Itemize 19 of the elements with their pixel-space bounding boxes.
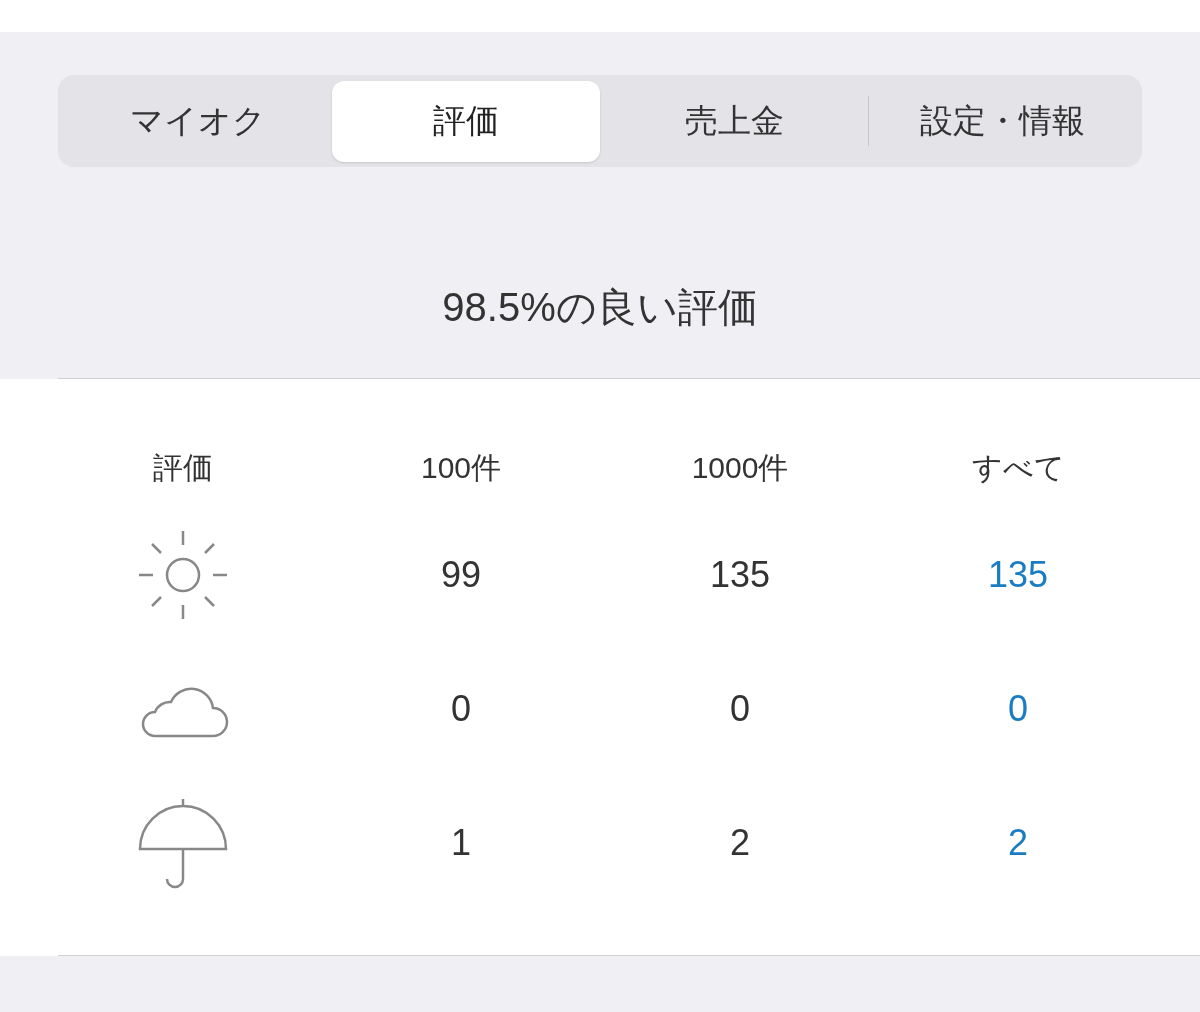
column-header: 100件 — [420, 449, 502, 486]
tab[interactable]: 設定・情報 — [868, 80, 1136, 162]
column-header: 1000件 — [691, 449, 789, 486]
count-link[interactable]: 135 — [987, 548, 1049, 602]
tab[interactable]: マイオク — [64, 80, 332, 162]
tab[interactable]: 売上金 — [600, 80, 868, 162]
table-cell-text: 1 — [451, 821, 471, 865]
table-cell-text: 0 — [451, 687, 471, 731]
column-header: すべて — [971, 449, 1065, 486]
table-cell-text: 2 — [730, 821, 750, 865]
count-link[interactable]: 0 — [1008, 682, 1028, 736]
table-cell-text: 135 — [709, 553, 771, 597]
rating-summary: 98.5%の良い評価 — [442, 284, 758, 331]
column-header: 評価 — [153, 449, 213, 486]
table-cell-text: 0 — [730, 687, 750, 731]
table-cell-text: 99 — [441, 553, 481, 597]
tab[interactable]: 評価 — [332, 80, 600, 162]
count-link[interactable]: 2 — [1008, 816, 1028, 870]
umbrella-icon — [137, 797, 229, 889]
